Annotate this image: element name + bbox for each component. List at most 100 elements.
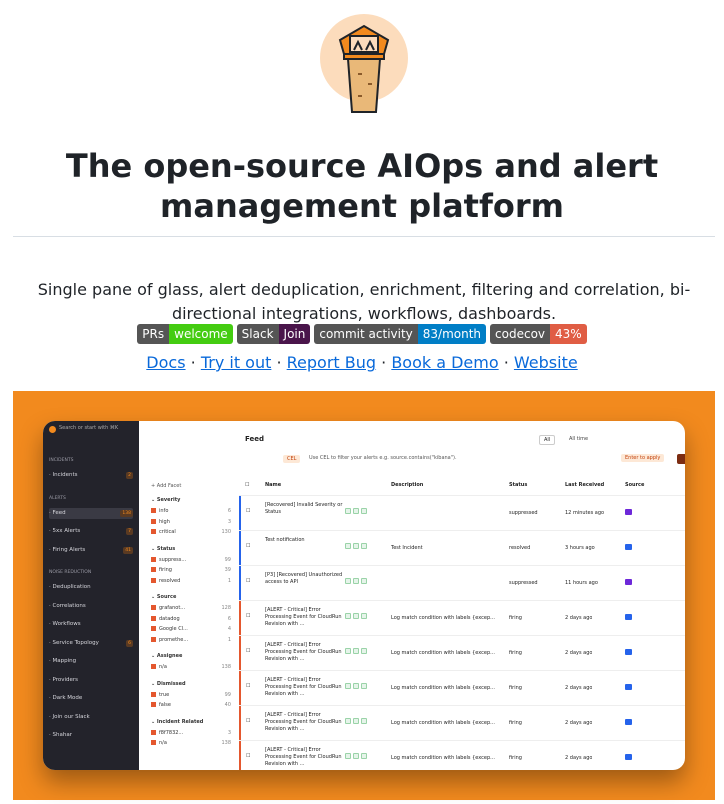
- done-icon[interactable]: [361, 508, 367, 514]
- facet-option[interactable]: critical 130: [151, 527, 233, 537]
- facet-option[interactable]: Google Cl... 4: [151, 624, 233, 634]
- alert-name[interactable]: [ALERT - Critical] Error Processing Even…: [265, 607, 343, 631]
- link-website[interactable]: Website: [514, 353, 578, 372]
- column-header-last-received[interactable]: Last Received: [565, 479, 604, 491]
- facet-title[interactable]: ⌄ Source: [151, 592, 233, 602]
- check-icon[interactable]: [345, 753, 351, 759]
- sidebar-item-correlations[interactable]: · Correlations: [49, 601, 133, 612]
- sidebar-item-incidents[interactable]: · Incidents 2: [49, 470, 133, 481]
- edit-icon[interactable]: [353, 508, 359, 514]
- link-docs[interactable]: Docs: [146, 353, 185, 372]
- row-actions[interactable]: [345, 753, 369, 760]
- alert-name[interactable]: [ALERT - Critical] Error Processing Even…: [265, 747, 343, 770]
- sidebar-item-join-our-slack[interactable]: · Join our Slack: [49, 712, 133, 723]
- facet-title[interactable]: ⌄ Dismissed: [151, 679, 233, 689]
- alert-name[interactable]: [ALERT - Critical] Error Processing Even…: [265, 712, 343, 736]
- badge-prs[interactable]: PRs welcome: [137, 324, 233, 344]
- checkbox[interactable]: [151, 508, 156, 513]
- column-header-status[interactable]: Status: [509, 479, 527, 491]
- facet-option[interactable]: info 6: [151, 506, 233, 516]
- apply-filter-button[interactable]: Enter to apply: [621, 454, 665, 462]
- facet-option[interactable]: false 40: [151, 700, 233, 710]
- checkbox[interactable]: [151, 636, 156, 642]
- link-book-a-demo[interactable]: Book a Demo: [391, 353, 498, 372]
- facet-option[interactable]: datadog 6: [151, 614, 233, 624]
- facet-option[interactable]: suppress... 99: [151, 555, 233, 565]
- save-button[interactable]: [677, 454, 685, 464]
- facet-option[interactable]: n/a 138: [151, 738, 233, 748]
- table-row[interactable]: ☐ [ALERT - Critical] Error Processing Eve…: [239, 740, 685, 770]
- facet-option[interactable]: n/a 138: [151, 662, 233, 672]
- row-checkbox[interactable]: ☐: [246, 613, 250, 619]
- checkbox[interactable]: [151, 626, 156, 631]
- row-checkbox[interactable]: ☐: [246, 648, 250, 654]
- facet-option[interactable]: grafanot... 128: [151, 603, 233, 613]
- cel-input[interactable]: Use CEL to filter your alerts e.g. sourc…: [309, 455, 609, 461]
- link-try-it-out[interactable]: Try it out: [201, 353, 272, 372]
- check-icon[interactable]: [345, 648, 351, 654]
- row-actions[interactable]: [345, 718, 369, 725]
- facet-title[interactable]: ⌄ Severity: [151, 495, 233, 505]
- alert-name[interactable]: [ALERT - Critical] Error Processing Even…: [265, 642, 343, 666]
- select-all-checkbox[interactable]: ☐: [245, 479, 249, 491]
- badge-commit-activity[interactable]: commit activity 83/month: [314, 324, 487, 344]
- row-checkbox[interactable]: ☐: [246, 578, 250, 584]
- row-actions[interactable]: [345, 648, 369, 655]
- time-range-select[interactable]: All time: [569, 436, 588, 442]
- checkbox[interactable]: [151, 605, 156, 610]
- sidebar-item-providers[interactable]: · Providers: [49, 675, 133, 686]
- checkbox[interactable]: [151, 691, 156, 697]
- sidebar-item-mapping[interactable]: · Mapping: [49, 656, 133, 667]
- done-icon[interactable]: [361, 578, 367, 584]
- checkbox[interactable]: [151, 664, 156, 669]
- check-icon[interactable]: [345, 508, 351, 514]
- sidebar-item-workflows[interactable]: · Workflows: [49, 619, 133, 630]
- column-header-description[interactable]: Description: [391, 479, 423, 491]
- done-icon[interactable]: [361, 543, 367, 549]
- column-header-source[interactable]: Source: [625, 479, 644, 491]
- edit-icon[interactable]: [353, 718, 359, 724]
- facet-option[interactable]: firing 39: [151, 565, 233, 575]
- checkbox[interactable]: [151, 702, 156, 707]
- row-checkbox[interactable]: ☐: [246, 543, 250, 549]
- row-checkbox[interactable]: ☐: [246, 508, 250, 514]
- done-icon[interactable]: [361, 683, 367, 689]
- edit-icon[interactable]: [353, 543, 359, 549]
- badge-codecov[interactable]: codecov 43%: [490, 324, 587, 344]
- row-actions[interactable]: [345, 683, 369, 690]
- row-checkbox[interactable]: ☐: [246, 718, 250, 724]
- badge-slack[interactable]: Slack Join: [236, 324, 311, 344]
- row-actions[interactable]: [345, 508, 369, 515]
- check-icon[interactable]: [345, 718, 351, 724]
- facet-option[interactable]: true 99: [151, 690, 233, 700]
- facet-title[interactable]: ⌄ Assignee: [151, 651, 233, 661]
- checkbox[interactable]: [151, 518, 156, 524]
- link-report-bug[interactable]: Report Bug: [287, 353, 376, 372]
- checkbox[interactable]: [151, 740, 156, 745]
- sidebar-item-feed[interactable]: · Feed 138: [49, 507, 133, 519]
- check-icon[interactable]: [345, 543, 351, 549]
- table-row[interactable]: ☐ [P3] [Recovered] Unauthorized access to…: [239, 565, 685, 601]
- row-actions[interactable]: [345, 543, 369, 550]
- row-actions[interactable]: [345, 613, 369, 620]
- checkbox[interactable]: [151, 567, 156, 572]
- done-icon[interactable]: [361, 753, 367, 759]
- sidebar-item-firing-alerts[interactable]: · Firing Alerts 41: [49, 545, 133, 556]
- checkbox[interactable]: [151, 729, 156, 735]
- edit-icon[interactable]: [353, 613, 359, 619]
- table-row[interactable]: ☐ [ALERT - Critical] Error Processing Eve…: [239, 670, 685, 706]
- facet-option[interactable]: promethe... 1: [151, 635, 233, 645]
- done-icon[interactable]: [361, 718, 367, 724]
- sidebar-item-dark-mode[interactable]: · Dark Mode: [49, 693, 133, 704]
- add-facet-button[interactable]: + Add Facet: [151, 483, 181, 489]
- sidebar-item-shahar[interactable]: · Shahar: [49, 730, 133, 741]
- edit-icon[interactable]: [353, 683, 359, 689]
- row-checkbox[interactable]: ☐: [246, 753, 250, 759]
- edit-icon[interactable]: [353, 753, 359, 759]
- row-checkbox[interactable]: ☐: [246, 683, 250, 689]
- check-icon[interactable]: [345, 578, 351, 584]
- table-row[interactable]: ☐ [ALERT - Critical] Error Processing Eve…: [239, 600, 685, 636]
- checkbox[interactable]: [151, 577, 156, 583]
- column-header-name[interactable]: Name: [265, 479, 281, 491]
- row-actions[interactable]: [345, 578, 369, 585]
